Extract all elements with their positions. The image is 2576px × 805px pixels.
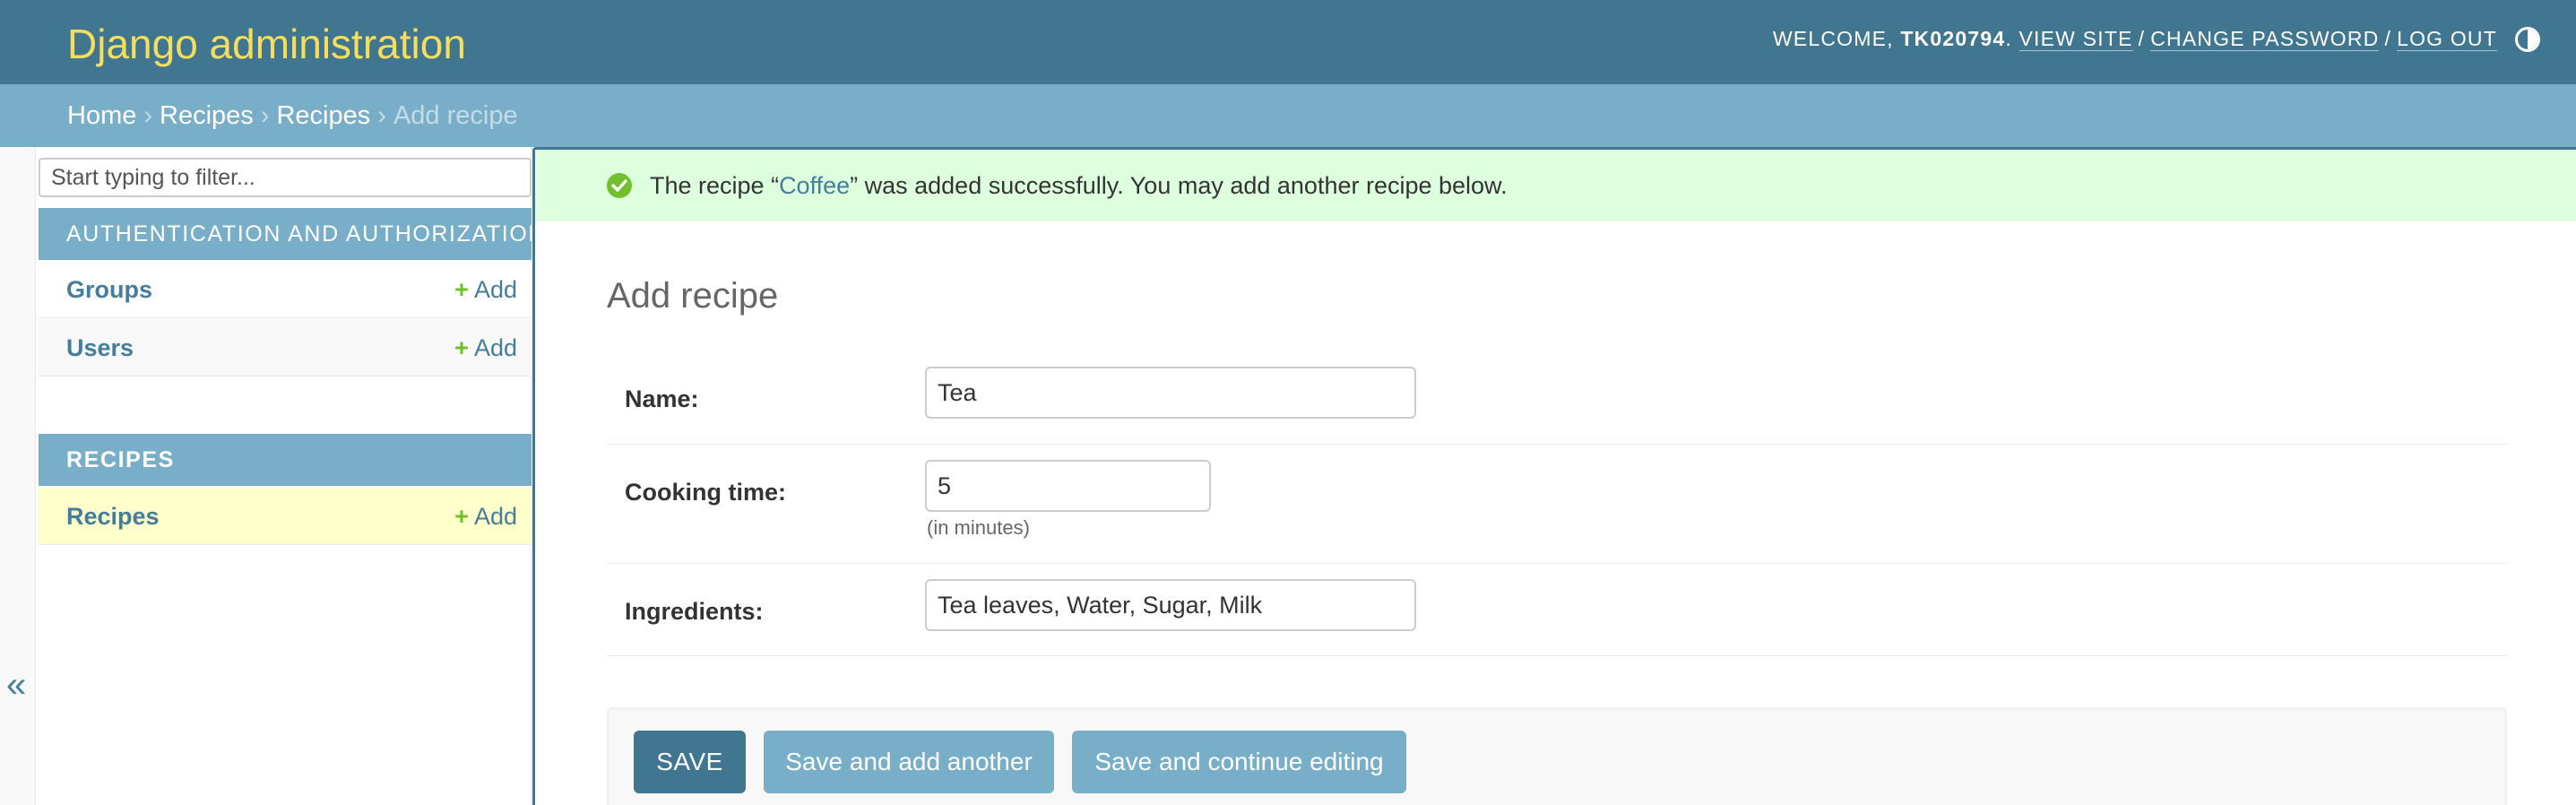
form-row-name: Name:: [607, 351, 2507, 445]
form-row-cooking-time: Cooking time: (in minutes): [607, 445, 2507, 564]
welcome-label: WELCOME,: [1772, 27, 1901, 50]
breadcrumb-app-recipes[interactable]: Recipes: [160, 101, 254, 130]
add-users-link[interactable]: + Add: [454, 319, 517, 377]
breadcrumb-separator: ›: [377, 101, 386, 130]
cooking-time-field[interactable]: [925, 460, 1211, 512]
success-message: The recipe “Coffee” was added successful…: [535, 150, 2576, 221]
message-suffix: ” was added successfully. You may add an…: [850, 172, 1508, 199]
name-label: Name:: [625, 385, 699, 412]
sidebar-filter-input[interactable]: [39, 158, 532, 197]
sidebar-item-recipes: Recipes + Add: [39, 488, 532, 545]
cooking-time-help: (in minutes): [927, 516, 1030, 539]
check-mark: [611, 179, 627, 192]
sidebar-item-groups: Groups + Add: [39, 261, 532, 318]
check-circle-icon: [607, 173, 632, 198]
save-and-add-another-button[interactable]: Save and add another: [764, 731, 1054, 793]
add-label: Add: [473, 503, 517, 530]
module-caption-auth[interactable]: Authentication and Authorization: [39, 208, 544, 260]
submit-row: SAVE Save and add another Save and conti…: [607, 707, 2507, 805]
add-label: Add: [473, 334, 517, 361]
breadcrumb-home[interactable]: Home: [67, 101, 136, 130]
double-chevron-left-icon: «: [6, 665, 27, 705]
plus-icon: +: [454, 503, 469, 530]
form-row-ingredients: Ingredients:: [607, 564, 2507, 656]
username-suffix: .: [2005, 27, 2012, 50]
save-and-continue-button[interactable]: Save and continue editing: [1072, 731, 1406, 793]
view-site-link[interactable]: VIEW SITE: [2018, 27, 2133, 51]
theme-toggle-icon[interactable]: [2515, 27, 2540, 52]
separator: /: [2384, 27, 2392, 50]
sidebar-item-users: Users + Add: [39, 319, 532, 377]
username: TK020794: [1900, 27, 2006, 50]
sidebar-item-label[interactable]: Users: [66, 319, 134, 377]
ingredients-field[interactable]: [925, 579, 1416, 631]
breadcrumb-current: Add recipe: [393, 101, 518, 130]
name-field[interactable]: [925, 367, 1416, 419]
log-out-link[interactable]: LOG OUT: [2397, 27, 2497, 51]
sidebar-collapse-button[interactable]: «: [0, 147, 36, 805]
header: Django administration WELCOME, TK020794.…: [0, 0, 2576, 84]
save-button[interactable]: SAVE: [634, 731, 746, 793]
site-brand[interactable]: Django administration: [67, 20, 466, 68]
separator: /: [2138, 27, 2146, 50]
sidebar-item-label[interactable]: Groups: [66, 261, 152, 318]
cooking-time-label: Cooking time:: [625, 479, 786, 506]
page-title: Add recipe: [607, 276, 779, 316]
sidebar-item-label[interactable]: Recipes: [66, 488, 160, 545]
added-object-link[interactable]: Coffee: [779, 172, 850, 199]
module-caption-recipes[interactable]: Recipes: [39, 434, 532, 486]
message-text: The recipe “Coffee” was added successful…: [650, 150, 1508, 221]
sidebar: Authentication and Authorization Groups …: [37, 147, 544, 805]
breadcrumb: Home › Recipes › Recipes › Add recipe: [0, 84, 2576, 147]
breadcrumb-separator: ›: [143, 101, 153, 130]
plus-icon: +: [454, 334, 469, 361]
theme-toggle-half: [2528, 30, 2537, 49]
add-groups-link[interactable]: + Add: [454, 261, 517, 318]
add-recipes-link[interactable]: + Add: [454, 488, 517, 545]
add-label: Add: [473, 276, 517, 303]
change-password-link[interactable]: CHANGE PASSWORD: [2150, 27, 2380, 51]
plus-icon: +: [454, 276, 469, 303]
breadcrumb-separator: ›: [260, 101, 270, 130]
main-content: The recipe “Coffee” was added successful…: [532, 147, 2576, 805]
breadcrumb-model-recipes[interactable]: Recipes: [276, 101, 370, 130]
user-tools: WELCOME, TK020794. VIEW SITE / CHANGE PASS…: [1773, 27, 2497, 51]
message-prefix: The recipe “: [650, 172, 780, 199]
ingredients-label: Ingredients:: [625, 598, 764, 625]
